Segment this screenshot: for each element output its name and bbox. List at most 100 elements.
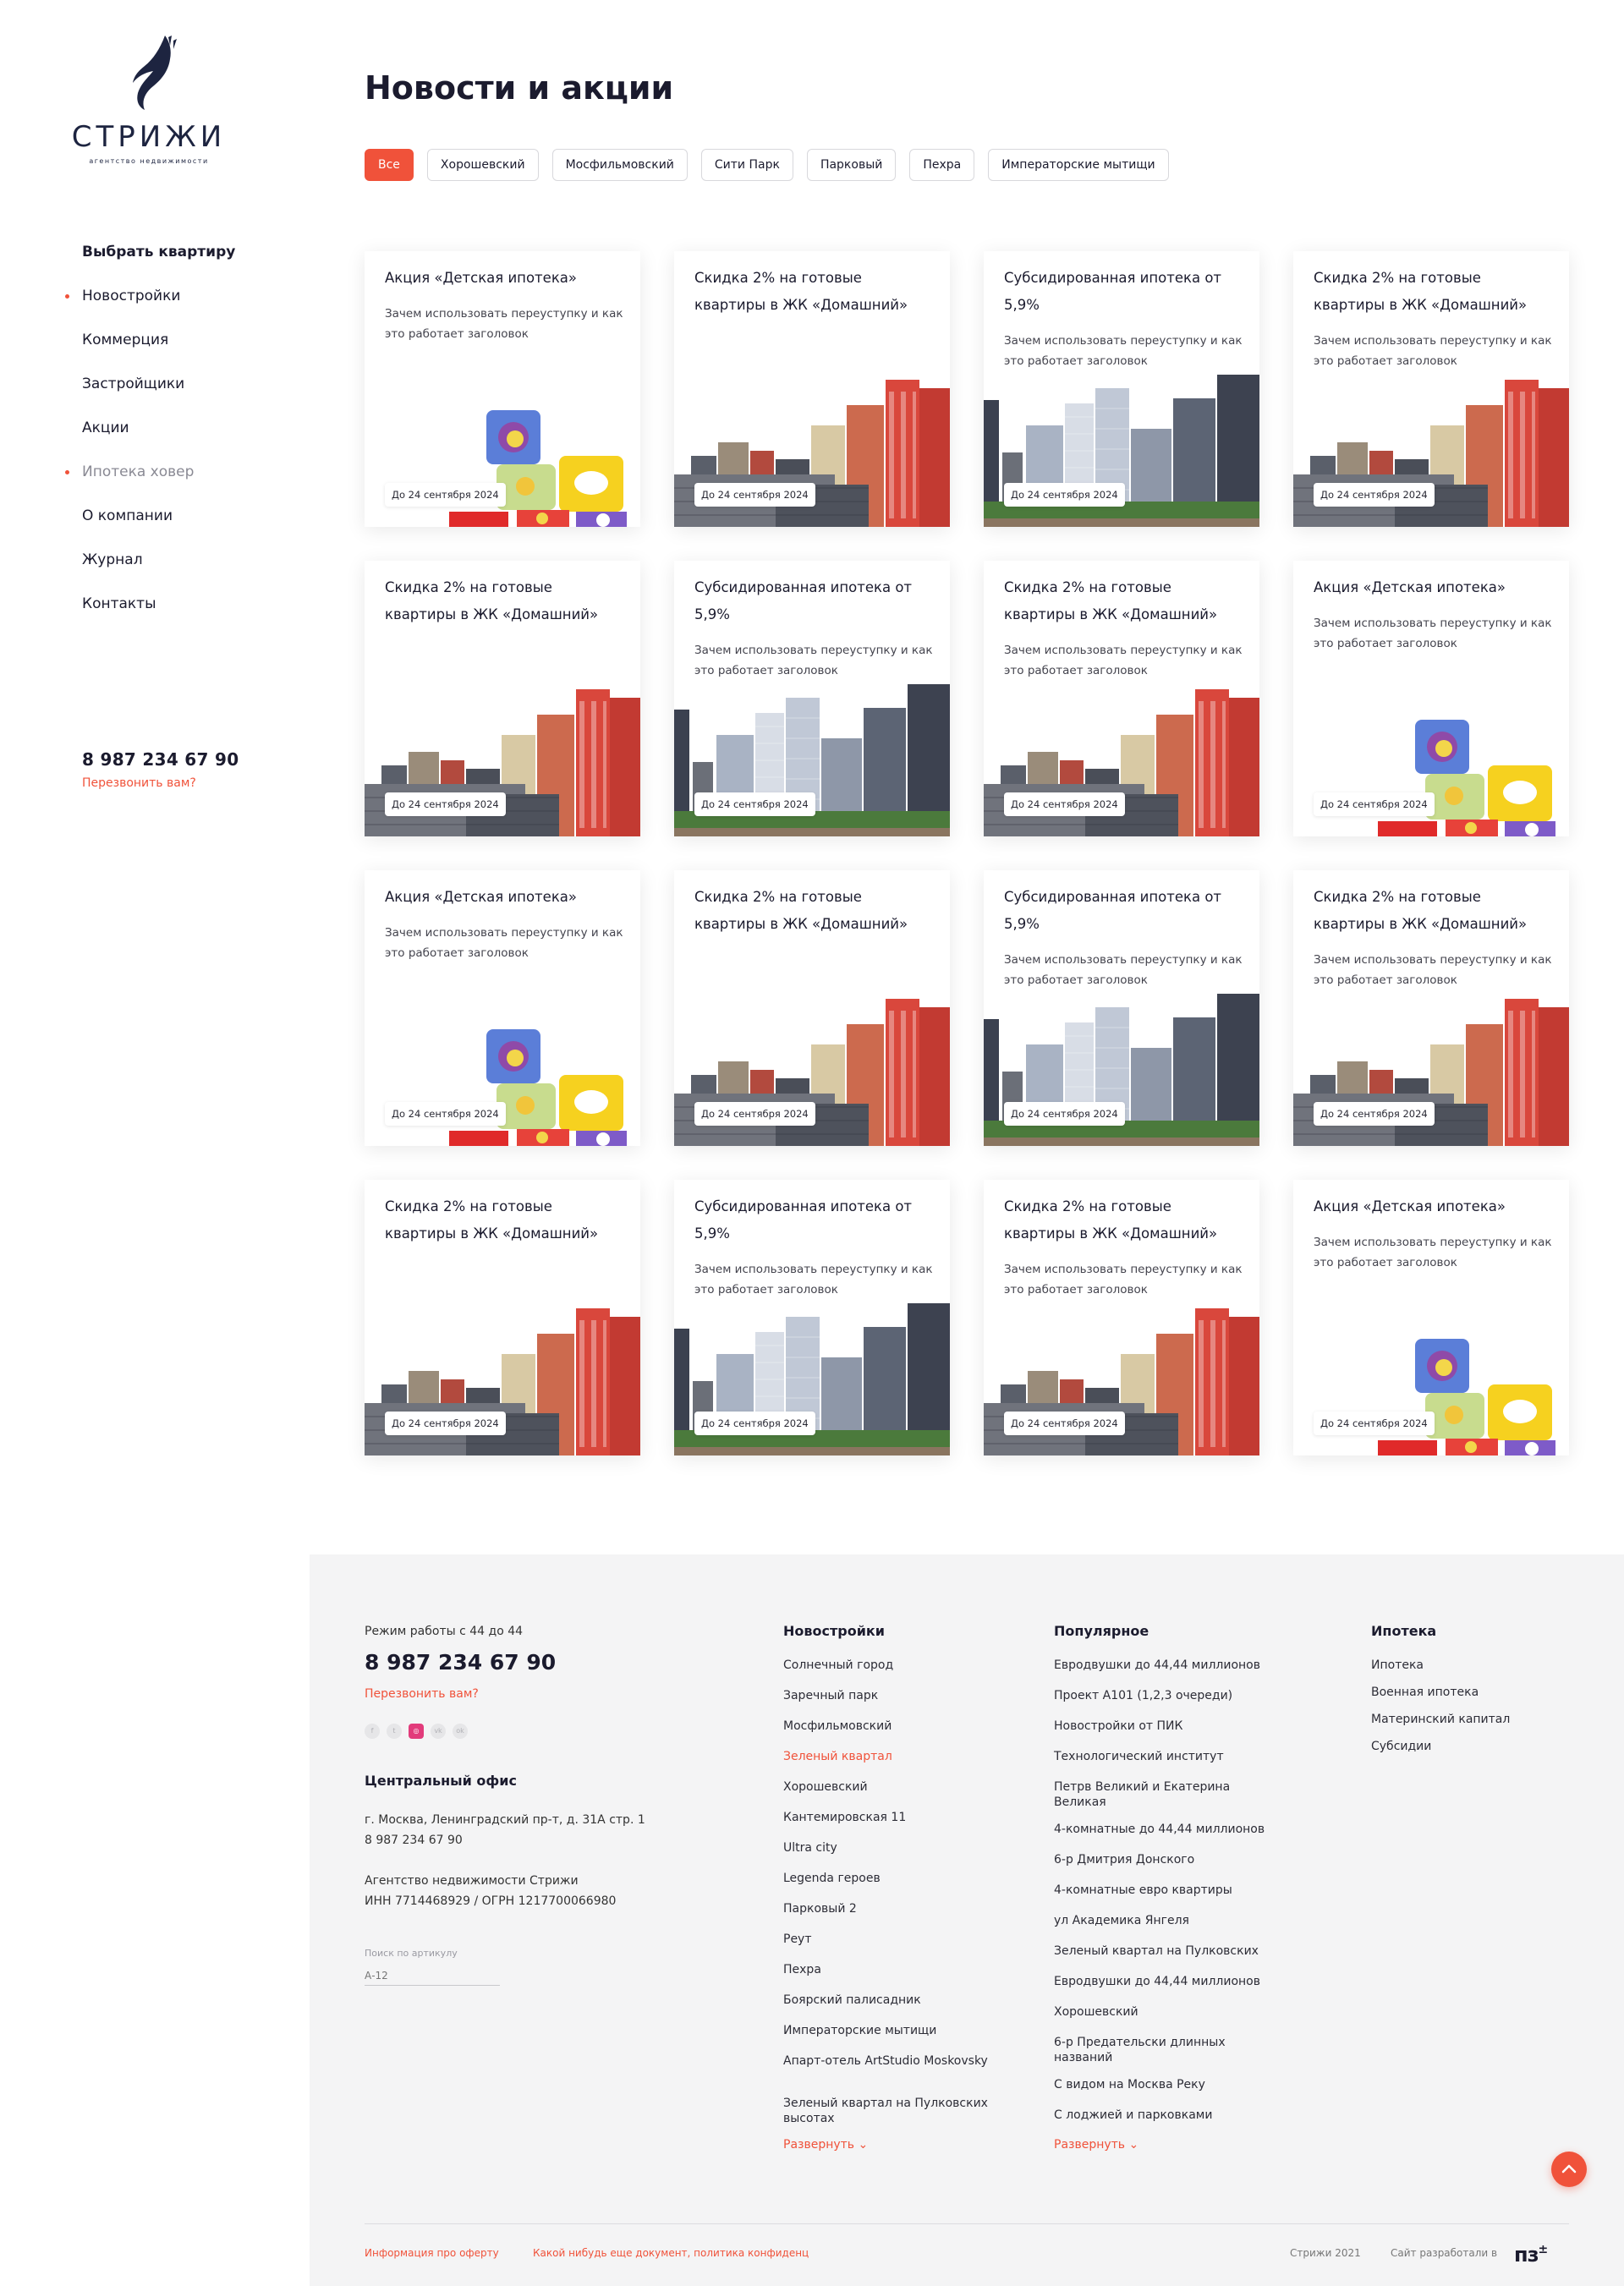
footer-link[interactable]: Евродвушки до 44,44 миллионов [1054, 1974, 1265, 2004]
sidebar-item-1[interactable]: Новостройки [64, 286, 235, 330]
footer-link[interactable]: Субсидии [1371, 1739, 1510, 1766]
footer-link[interactable]: Парковый 2 [783, 1901, 995, 1932]
footer-link[interactable]: Ultra city [783, 1840, 995, 1871]
news-card[interactable]: Скидка 2% на готовые квартиры в ЖК «Дома… [674, 870, 950, 1146]
news-card[interactable]: Акция «Детская ипотека» Зачем использова… [1293, 561, 1569, 836]
sidebar-item-8[interactable]: Контакты [82, 594, 235, 638]
footer-link[interactable]: 6-р Дмитрия Донского [1054, 1852, 1265, 1883]
card-title[interactable]: Скидка 2% на готовые квартиры в ЖК «Дома… [1004, 574, 1244, 628]
card-title[interactable]: Субсидированная ипотека от 5,9% [1004, 265, 1244, 319]
footer-expand-button[interactable]: Развернуть ⌄ [783, 2138, 995, 2152]
sidebar-item-5[interactable]: Ипотека ховер [64, 462, 235, 506]
scroll-to-top-button[interactable] [1551, 2152, 1587, 2187]
filter-chip-0[interactable]: Все [365, 149, 414, 181]
footer-link[interactable]: Петрв Великий и Екатерина Великая [1054, 1779, 1265, 1822]
brand-logo[interactable]: СТРИЖИ агентство недвижимости [51, 34, 247, 165]
footer-phone[interactable]: 8 987 234 67 90 [365, 1650, 556, 1675]
footer-link[interactable]: 4-комнатные евро квартиры [1054, 1883, 1265, 1913]
filter-chip-3[interactable]: Сити Парк [700, 149, 793, 181]
news-card[interactable]: Скидка 2% на готовые квартиры в ЖК «Дома… [984, 1180, 1259, 1455]
card-title[interactable]: Скидка 2% на готовые квартиры в ЖК «Дома… [1314, 265, 1554, 319]
footer-link[interactable]: Зеленый квартал на Пулковских высотах [783, 2096, 995, 2138]
card-title[interactable]: Субсидированная ипотека от 5,9% [694, 574, 935, 628]
filter-chip-1[interactable]: Хорошевский [426, 149, 539, 181]
news-card[interactable]: Акция «Детская ипотека» Зачем использова… [1293, 1180, 1569, 1455]
footer-callback-link[interactable]: Перезвонить вам? [365, 1687, 479, 1701]
sidebar-callback-link[interactable]: Перезвонить вам? [82, 776, 196, 790]
footer-link[interactable]: Пехра [783, 1962, 995, 1993]
filter-chip-2[interactable]: Мосфильмовский [551, 149, 688, 181]
sidebar-item-7[interactable]: Журнал [82, 550, 235, 594]
sidebar-item-0[interactable]: Выбрать квартиру [82, 242, 235, 286]
footer-link[interactable]: Кантемировская 11 [783, 1810, 995, 1840]
sidebar-item-3[interactable]: Застройщики [82, 374, 235, 418]
footer-link[interactable]: С лоджией и парковками [1054, 2108, 1265, 2138]
footer-link[interactable]: Хорошевский [783, 1779, 995, 1810]
news-card[interactable]: Скидка 2% на готовые квартиры в ЖК «Дома… [365, 1180, 640, 1455]
news-card[interactable]: Субсидированная ипотека от 5,9% Зачем ис… [674, 1180, 950, 1455]
policy-link[interactable]: Какой нибудь еще документ, политика конф… [533, 2247, 809, 2259]
footer-link[interactable]: Зеленый квартал [783, 1749, 995, 1779]
news-card[interactable]: Субсидированная ипотека от 5,9% Зачем ис… [984, 870, 1259, 1146]
developer-logo[interactable]: пз± [1514, 2243, 1548, 2267]
card-title[interactable]: Скидка 2% на готовые квартиры в ЖК «Дома… [694, 884, 935, 938]
news-card[interactable]: Субсидированная ипотека от 5,9% Зачем ис… [674, 561, 950, 836]
card-title[interactable]: Субсидированная ипотека от 5,9% [1004, 884, 1244, 938]
facebook-icon[interactable]: f [365, 1724, 380, 1739]
footer-link[interactable]: Реут [783, 1932, 995, 1962]
footer-link[interactable]: Военная ипотека [1371, 1685, 1510, 1712]
news-card[interactable]: Скидка 2% на готовые квартиры в ЖК «Дома… [365, 561, 640, 836]
footer-link[interactable]: 4-комнатные до 44,44 миллионов [1054, 1822, 1265, 1852]
footer-link[interactable]: Евродвушки до 44,44 миллионов [1054, 1658, 1265, 1688]
odnoklassniki-icon[interactable]: ok [453, 1724, 468, 1739]
sidebar-item-4[interactable]: Акции [82, 418, 235, 462]
news-card[interactable]: Акция «Детская ипотека» Зачем использова… [365, 251, 640, 527]
footer-link[interactable]: Legenda героев [783, 1871, 995, 1901]
footer-link[interactable]: Материнский капитал [1371, 1712, 1510, 1739]
filter-chip-4[interactable]: Парковый [806, 149, 897, 181]
filter-chip-6[interactable]: Императорские мытищи [988, 149, 1169, 181]
footer-link[interactable]: С видом на Москва Реку [1054, 2077, 1265, 2108]
twitter-icon[interactable]: t [387, 1724, 402, 1739]
card-title[interactable]: Акция «Детская ипотека» [385, 265, 625, 292]
card-title[interactable]: Акция «Детская ипотека» [1314, 574, 1554, 601]
footer-link[interactable]: Апарт-отель ArtStudio Moskovsky [783, 2053, 995, 2096]
article-search-input[interactable] [365, 1965, 500, 1986]
footer-link[interactable]: Проект A101 (1,2,3 очереди) [1054, 1688, 1265, 1719]
card-title[interactable]: Субсидированная ипотека от 5,9% [694, 1193, 935, 1247]
card-title[interactable]: Скидка 2% на готовые квартиры в ЖК «Дома… [1314, 884, 1554, 938]
footer-link[interactable]: Мосфильмовский [783, 1719, 995, 1749]
footer-link[interactable]: Заречный парк [783, 1688, 995, 1719]
footer-link[interactable]: Технологический институт [1054, 1749, 1265, 1779]
news-card[interactable]: Скидка 2% на готовые квартиры в ЖК «Дома… [984, 561, 1259, 836]
offer-link[interactable]: Информация про оферту [365, 2247, 499, 2259]
instagram-icon[interactable]: ◎ [409, 1724, 424, 1739]
vk-icon[interactable]: vk [431, 1724, 446, 1739]
card-title[interactable]: Акция «Детская ипотека» [385, 884, 625, 911]
news-card[interactable]: Скидка 2% на готовые квартиры в ЖК «Дома… [1293, 251, 1569, 527]
card-title[interactable]: Скидка 2% на готовые квартиры в ЖК «Дома… [1004, 1193, 1244, 1247]
footer-link[interactable]: Солнечный город [783, 1658, 995, 1688]
news-card[interactable]: Субсидированная ипотека от 5,9% Зачем ис… [984, 251, 1259, 527]
sidebar-item-2[interactable]: Коммерция [82, 330, 235, 374]
card-title[interactable]: Скидка 2% на готовые квартиры в ЖК «Дома… [385, 574, 625, 628]
footer-link[interactable]: Императорские мытищи [783, 2023, 995, 2053]
footer-link[interactable]: Ипотека [1371, 1658, 1510, 1685]
news-card[interactable]: Акция «Детская ипотека» Зачем использова… [365, 870, 640, 1146]
office-phone[interactable]: 8 987 234 67 90 [365, 1830, 463, 1850]
footer-link[interactable]: Новостройки от ПИК [1054, 1719, 1265, 1749]
footer-link[interactable]: ул Академика Янгеля [1054, 1913, 1265, 1943]
card-title[interactable]: Акция «Детская ипотека» [1314, 1193, 1554, 1220]
footer-expand-button[interactable]: Развернуть ⌄ [1054, 2138, 1265, 2152]
footer-link[interactable]: 6-р Предательски длинных названий [1054, 2035, 1265, 2077]
sidebar-phone[interactable]: 8 987 234 67 90 [82, 749, 239, 770]
footer-link[interactable]: Боярский палисадник [783, 1993, 995, 2023]
sidebar-item-6[interactable]: О компании [82, 506, 235, 550]
footer-link[interactable]: Зеленый квартал на Пулковских [1054, 1943, 1265, 1974]
news-card[interactable]: Скидка 2% на готовые квартиры в ЖК «Дома… [1293, 870, 1569, 1146]
filter-chip-5[interactable]: Пехра [909, 149, 975, 181]
card-title[interactable]: Скидка 2% на готовые квартиры в ЖК «Дома… [385, 1193, 625, 1247]
card-title[interactable]: Скидка 2% на готовые квартиры в ЖК «Дома… [694, 265, 935, 319]
news-card[interactable]: Скидка 2% на готовые квартиры в ЖК «Дома… [674, 251, 950, 527]
footer-link[interactable]: Хорошевский [1054, 2004, 1265, 2035]
